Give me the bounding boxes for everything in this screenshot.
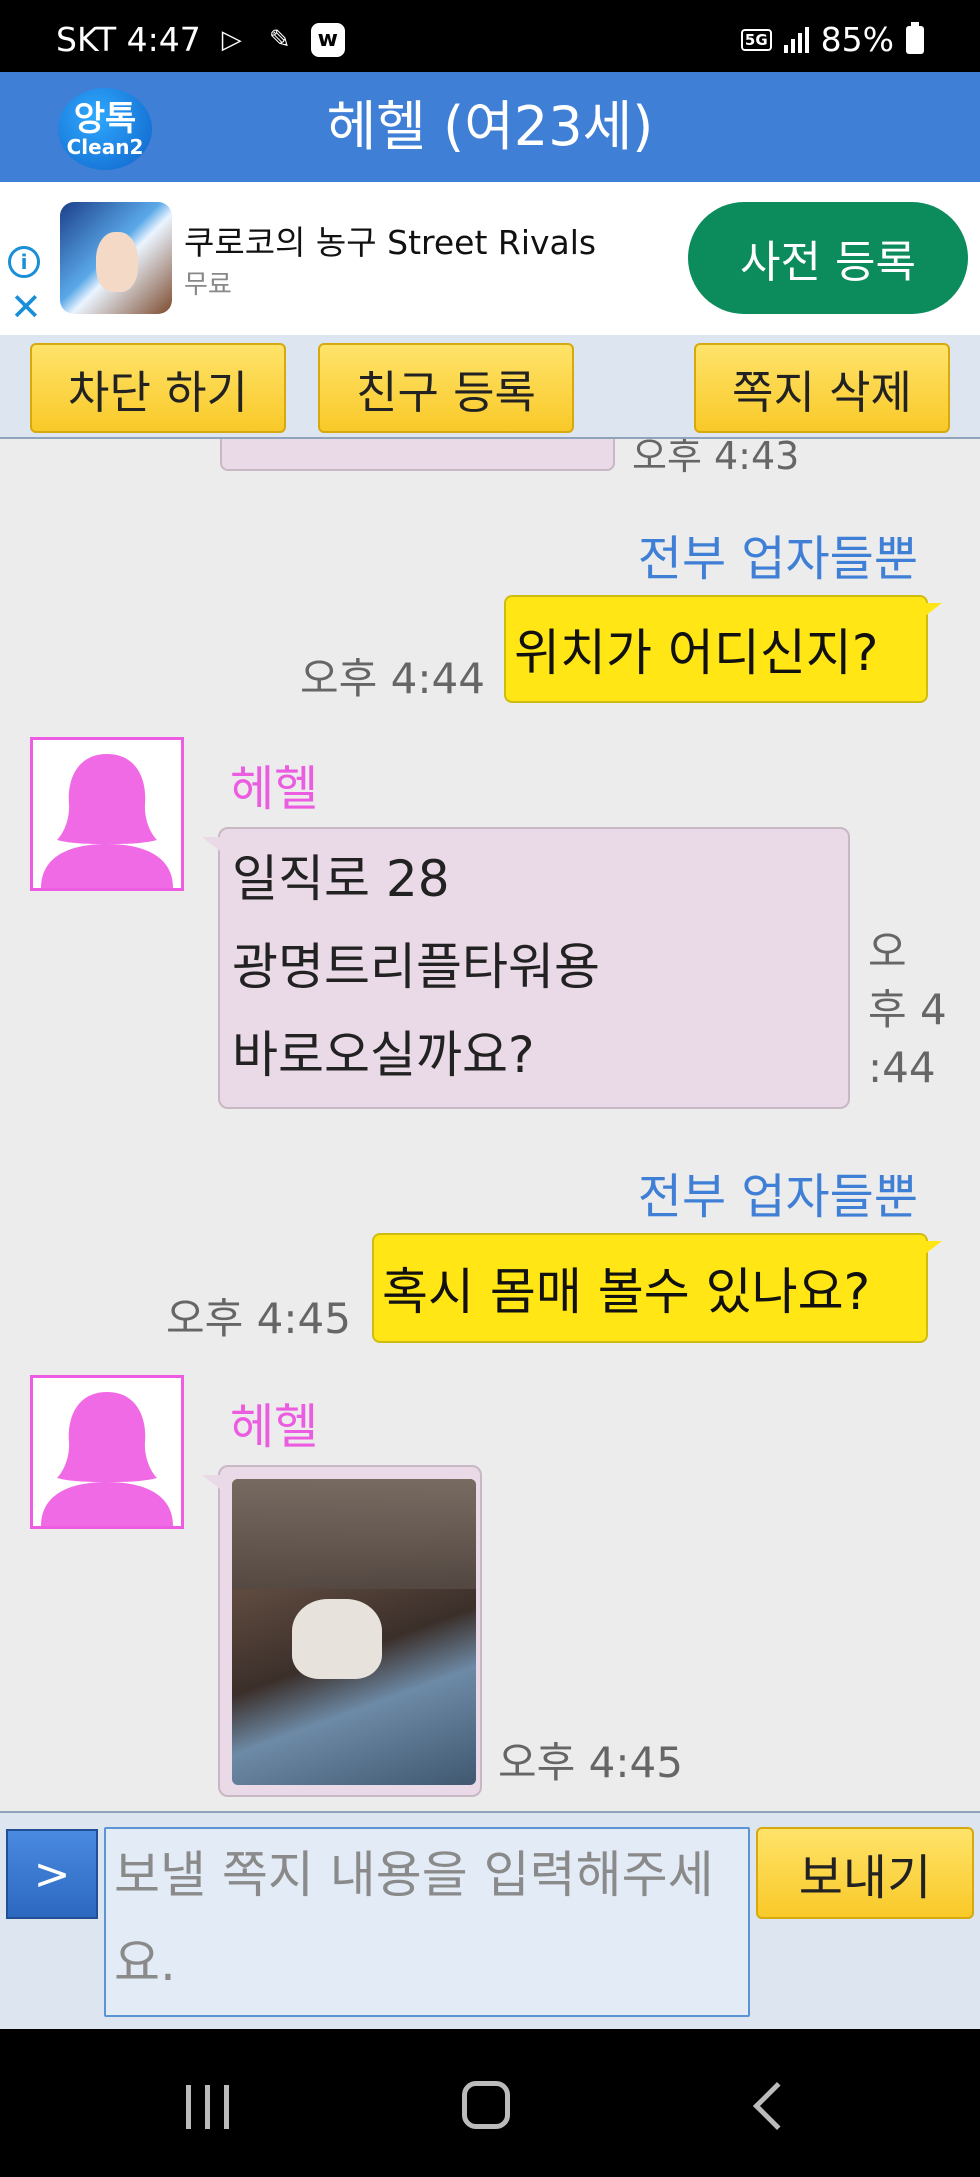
add-friend-button[interactable]: 친구 등록 [318, 343, 574, 433]
info-icon[interactable]: i [8, 246, 40, 278]
message-line: 바로오실까요? [232, 1026, 535, 1084]
message-time: 오 후 4 :44 [868, 923, 947, 1097]
send-button[interactable]: 보내기 [756, 1827, 974, 1919]
battery-percent: 85% [820, 20, 894, 59]
their-message-bubble[interactable]: 일직로 28 광명트리플타워용 바로오실까요? [202, 827, 850, 1109]
avatar[interactable] [30, 1375, 184, 1529]
block-button[interactable]: 차단 하기 [30, 343, 286, 433]
time-line: 후 4 [868, 985, 947, 1034]
sender-name: 전부 업자들뿐 [637, 1169, 918, 1225]
message-time: 오후 4:45 [498, 1738, 683, 1787]
my-message-bubble[interactable]: 혹시 몸매 볼수 있나요? [372, 1233, 942, 1343]
w-app-icon: w [310, 22, 345, 57]
logo-text: 앙톡 [73, 99, 137, 139]
photo-attachment[interactable] [232, 1479, 476, 1785]
signal-icon [783, 26, 809, 53]
play-store-icon: ▷ [221, 24, 242, 55]
message-line: 광명트리플타워용 [232, 938, 600, 996]
status-bar: SKT 4:47 ▷ ✎ w 5G 85% [0, 0, 980, 72]
back-icon[interactable] [752, 2081, 802, 2131]
ad-subtitle: 무료 [184, 270, 232, 300]
time-line: 오 [868, 927, 907, 976]
delete-message-button[interactable]: 쪽지 삭제 [694, 343, 950, 433]
close-icon[interactable]: ✕ [10, 288, 42, 326]
message-line: 일직로 28 [232, 850, 450, 908]
logo-subtext: Clean2 [66, 135, 144, 159]
expand-button[interactable]: > [6, 1829, 98, 1919]
app-logo[interactable]: 앙톡 Clean2 [58, 88, 152, 170]
ad-preregister-button[interactable]: 사전 등록 [688, 202, 968, 314]
female-avatar-icon [41, 754, 173, 888]
avatar[interactable] [30, 737, 184, 891]
pen-icon: ✎ [268, 24, 291, 55]
chat-thread[interactable]: 오후 4:43 전부 업자들뿐 오후 4:44 위치가 어디신지? 헤헬 일직로… [0, 439, 980, 1811]
message-time: 오후 4:43 [632, 439, 800, 478]
message-bubble-partial [220, 439, 615, 471]
battery-icon [906, 21, 924, 54]
my-message-bubble[interactable]: 위치가 어디신지? [504, 595, 942, 703]
action-bar: 차단 하기 친구 등록 쪽지 삭제 [0, 335, 980, 439]
message-input[interactable] [104, 1827, 750, 2017]
message-input-bar: > 보내기 [0, 1811, 980, 2029]
network-5g-icon: 5G [740, 28, 772, 51]
their-photo-bubble[interactable] [202, 1465, 482, 1797]
message-time: 오후 4:45 [166, 1294, 351, 1343]
female-avatar-icon [41, 1392, 173, 1526]
time-line: :44 [868, 1043, 936, 1092]
ad-title[interactable]: 쿠로코의 농구 Street Rivals [184, 216, 596, 264]
message-time: 오후 4:44 [300, 654, 485, 703]
sender-name: 헤헬 [230, 1399, 319, 1455]
recent-apps-icon[interactable] [186, 2085, 229, 2129]
system-nav-bar [0, 2029, 980, 2177]
home-icon[interactable] [462, 2081, 510, 2129]
ad-banner[interactable]: i ✕ 쿠로코의 농구 Street Rivals 무료 사전 등록 [0, 182, 980, 335]
ad-app-thumbnail[interactable] [60, 202, 172, 314]
sender-name: 전부 업자들뿐 [637, 531, 918, 587]
carrier-time: SKT 4:47 [56, 20, 201, 59]
app-header: 헤헬 (여23세) 앙톡 Clean2 [0, 72, 980, 182]
sender-name: 헤헬 [230, 761, 319, 817]
